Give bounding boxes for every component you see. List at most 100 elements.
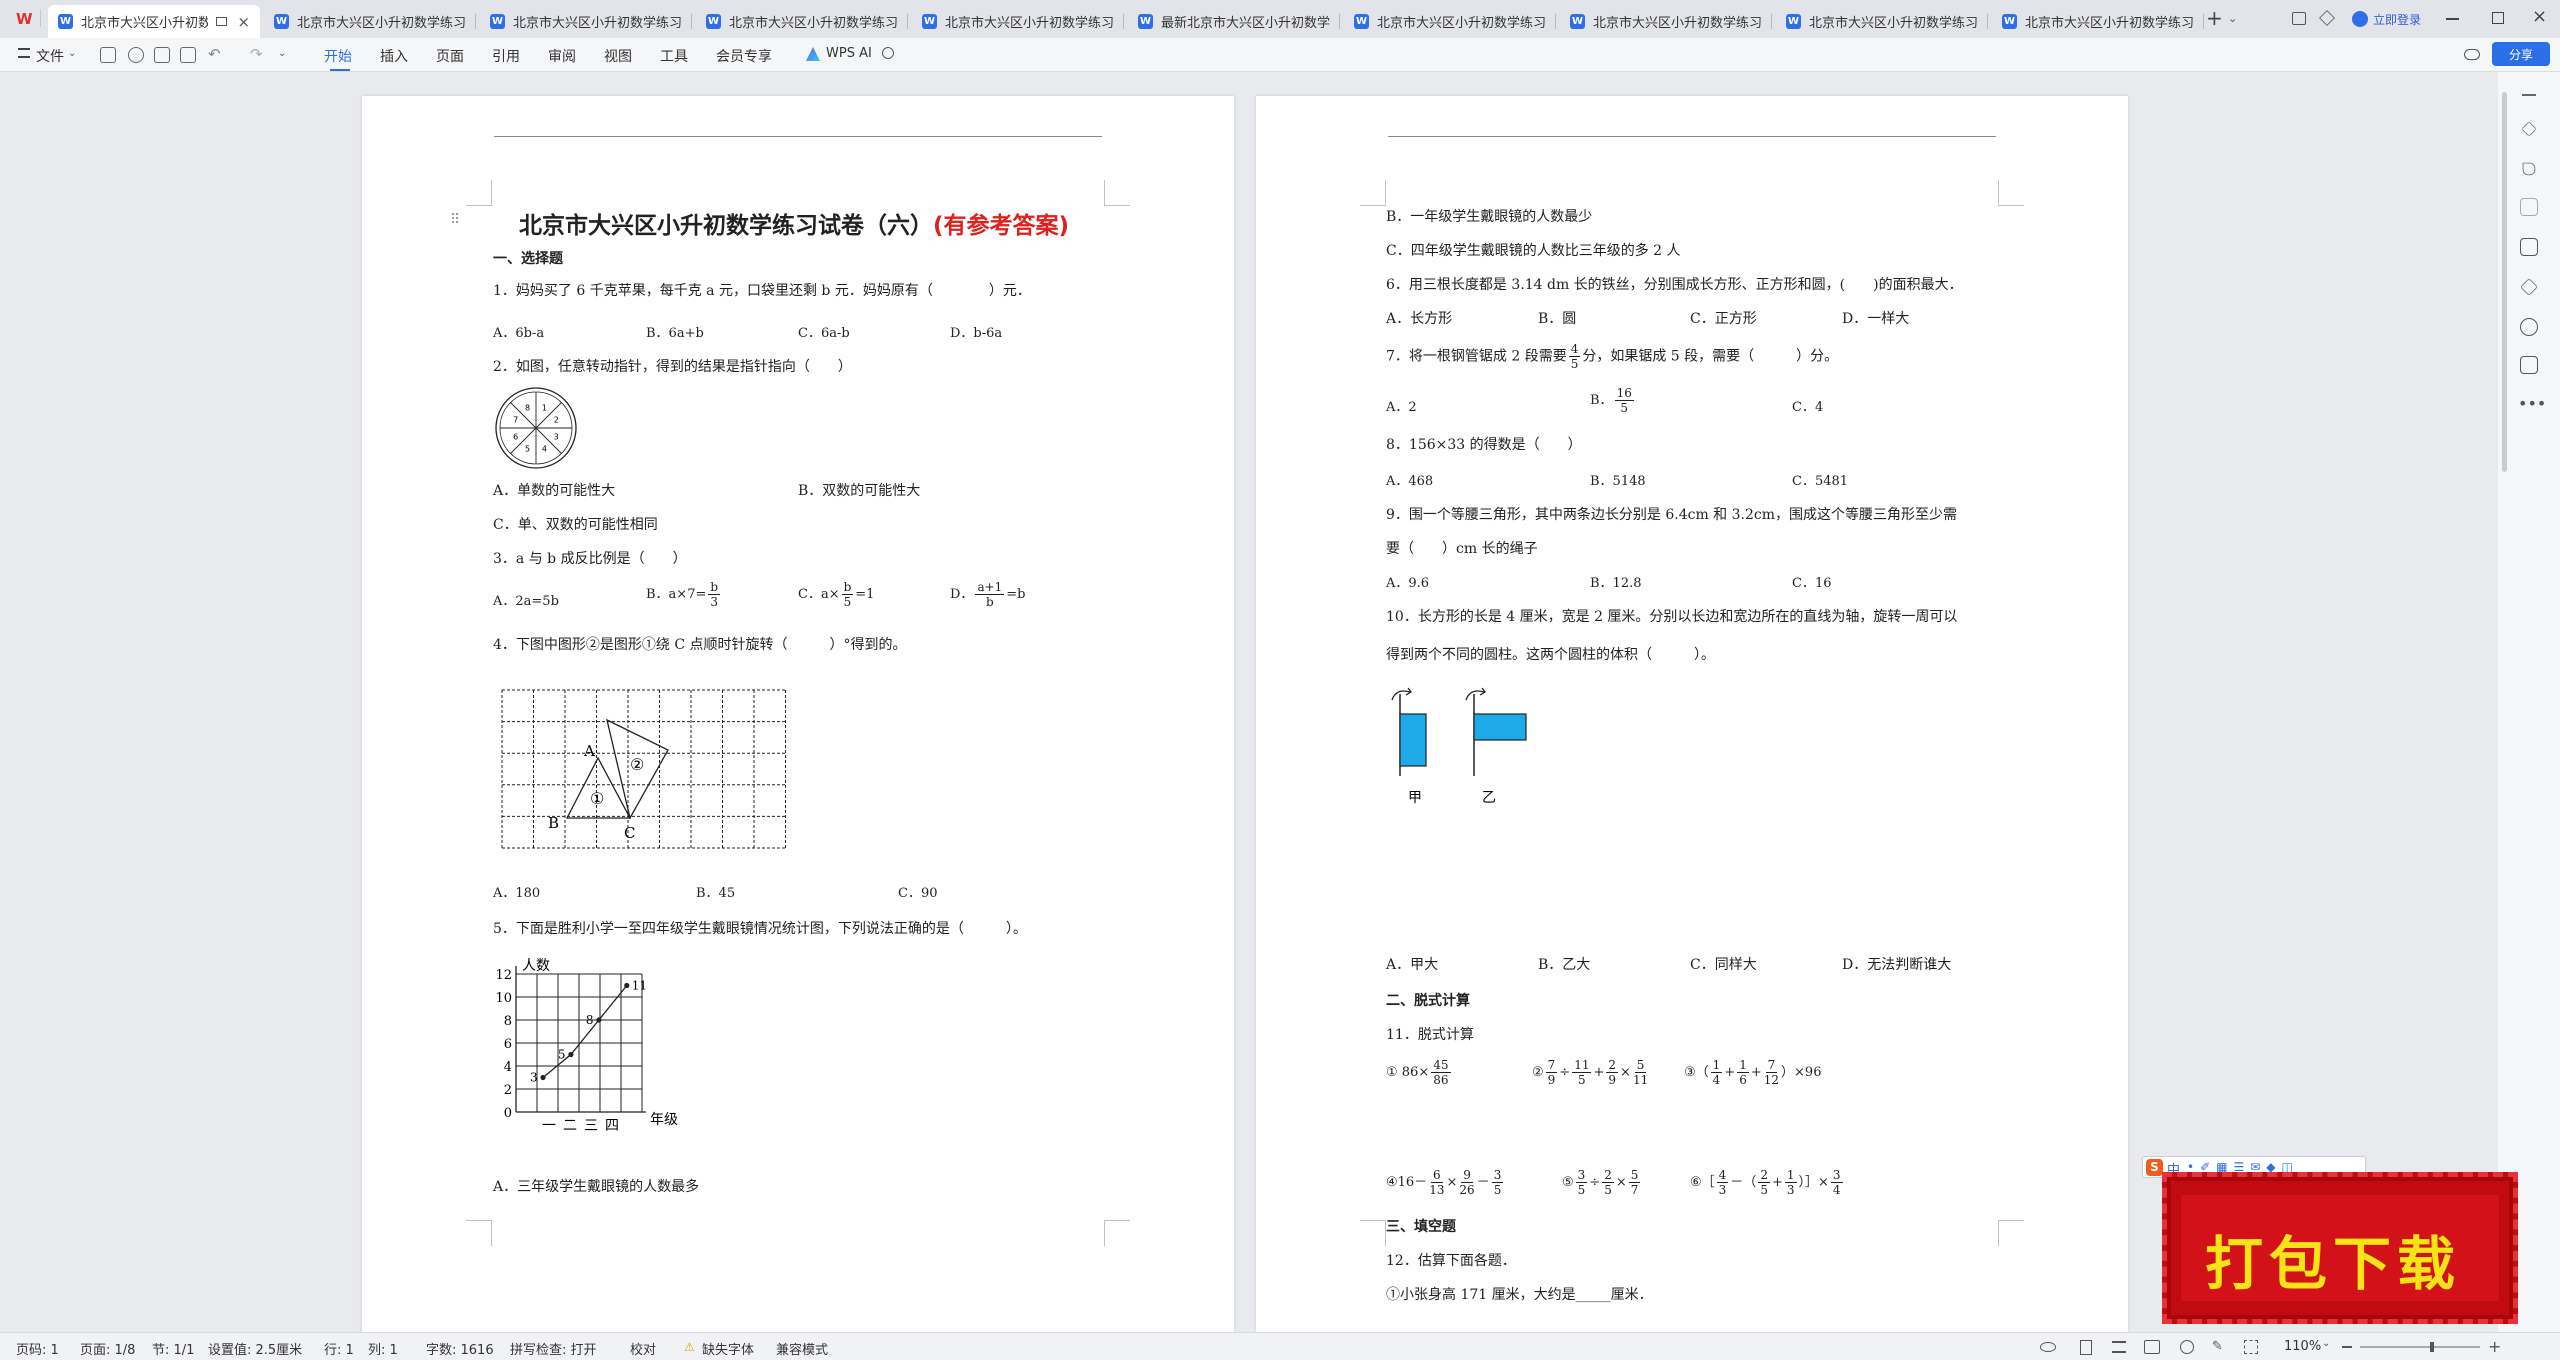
status-words[interactable]: 字数: 1616 xyxy=(426,1339,494,1358)
outline-view-icon[interactable] xyxy=(2112,1341,2126,1353)
status-setting[interactable]: 设置值: 2.5厘米 xyxy=(208,1339,302,1358)
crop-mark xyxy=(466,1220,492,1246)
translate-icon[interactable] xyxy=(2520,238,2538,256)
q3-option-a: A．2a=5b xyxy=(493,594,559,609)
calc6-mid: －（ xyxy=(1730,1175,1757,1190)
chart-data-label: 8 xyxy=(586,1013,594,1027)
tab-document-7[interactable]: W 北京市大兴区小升初数学练习试 xyxy=(1344,5,1556,38)
shirt-icon[interactable] xyxy=(2520,356,2538,374)
numerator: b xyxy=(708,580,721,595)
wps-ai-button[interactable]: WPS AI xyxy=(826,46,872,61)
status-page-no[interactable]: 页码: 1 xyxy=(16,1339,59,1358)
tools-icon[interactable] xyxy=(2520,278,2538,296)
share-button[interactable]: 分享 xyxy=(2492,42,2550,66)
menu-tab-8[interactable]: 会员专享 xyxy=(716,46,772,66)
restore-icon[interactable] xyxy=(2492,12,2504,24)
numerator: 2 xyxy=(1602,1168,1614,1183)
word-doc-icon: W xyxy=(1786,14,1801,29)
numerator: 11 xyxy=(1572,1058,1592,1073)
figure-label: A xyxy=(583,742,595,760)
numerator: a+1 xyxy=(975,580,1005,595)
numerator: 2 xyxy=(1758,1168,1770,1183)
adjust-icon[interactable] xyxy=(2520,198,2538,216)
tab-document-5[interactable]: W 北京市大兴区小升初数学练习试 xyxy=(912,5,1124,38)
avatar[interactable] xyxy=(2352,11,2368,27)
tab-document-6[interactable]: W 最新北京市大兴区小升初数学练 xyxy=(1128,5,1340,38)
zoom-out-icon[interactable] xyxy=(2342,1346,2352,1348)
numerator: 5 xyxy=(1628,1168,1641,1183)
zoom-in-icon[interactable]: + xyxy=(2488,1337,2501,1356)
status-section[interactable]: 节: 1/1 xyxy=(152,1339,194,1358)
tab-document-4[interactable]: W 北京市大兴区小升初数学练习试 xyxy=(696,5,908,38)
chevron-down-icon[interactable]: ⌄ xyxy=(2322,1338,2330,1349)
edit-icon[interactable]: ✎ xyxy=(2212,1339,2223,1354)
redo-icon[interactable]: ↷ xyxy=(250,45,263,63)
read-view-icon[interactable] xyxy=(2144,1340,2160,1354)
crop-mark xyxy=(1998,1220,2024,1246)
status-pages[interactable]: 页面: 1/8 xyxy=(80,1339,135,1358)
close-icon[interactable]: × xyxy=(2532,6,2547,27)
zoom-slider-thumb[interactable] xyxy=(2430,1342,2434,1352)
page-view-icon[interactable] xyxy=(2080,1340,2092,1355)
pen-icon[interactable] xyxy=(2521,121,2537,137)
tab-document-1[interactable]: W 北京市大兴区小升初数学 × xyxy=(48,5,260,38)
tab-document-10[interactable]: W 北京市大兴区小升初数学练习试 xyxy=(1992,5,2204,38)
tab-document-2[interactable]: W 北京市大兴区小升初数学练习试 xyxy=(264,5,476,38)
tab-document-3[interactable]: W 北京市大兴区小升初数学练习试 xyxy=(480,5,692,38)
tab-document-8[interactable]: W 北京市大兴区小升初数学练习试 xyxy=(1560,5,1772,38)
spinner-number: 5 xyxy=(525,444,530,453)
more-icon[interactable]: ••• xyxy=(2518,394,2546,413)
eye-icon[interactable] xyxy=(2040,1342,2056,1352)
calc-5: ⑤ 3 5 ÷ 2 5 × 5 7 xyxy=(1562,1168,1642,1197)
menu-tab-6[interactable]: 视图 xyxy=(604,46,632,66)
numerator: 7 xyxy=(1545,1058,1558,1073)
menu-tab-7[interactable]: 工具 xyxy=(660,46,688,66)
chevron-down-icon[interactable]: ⌄ xyxy=(68,48,76,59)
new-tab-button[interactable]: + xyxy=(2206,6,2223,30)
print-icon[interactable] xyxy=(154,47,170,63)
status-row[interactable]: 行: 1 xyxy=(324,1339,354,1358)
monitor-icon[interactable] xyxy=(216,17,228,26)
search-icon[interactable] xyxy=(882,47,894,59)
cloud-icon[interactable] xyxy=(2464,49,2480,60)
wps-ai-icon[interactable] xyxy=(806,47,820,61)
menu-tab-4[interactable]: 引用 xyxy=(492,46,520,66)
status-spell[interactable]: 拼写检查: 打开 xyxy=(510,1339,597,1358)
status-col[interactable]: 列: 1 xyxy=(368,1339,398,1358)
preview-icon[interactable] xyxy=(180,47,196,63)
export-icon[interactable] xyxy=(128,47,144,63)
drag-handle-icon[interactable]: ⠿ xyxy=(450,212,460,228)
help-icon[interactable] xyxy=(2520,318,2538,336)
globe-icon[interactable] xyxy=(2180,1340,2194,1354)
hamburger-icon[interactable] xyxy=(18,48,30,58)
menu-tab-1[interactable]: 开始 xyxy=(324,46,352,66)
save-icon[interactable] xyxy=(100,47,116,63)
zoom-slider[interactable] xyxy=(2360,1346,2480,1348)
chevron-down-icon[interactable]: ⌄ xyxy=(278,48,286,59)
window-icon[interactable] xyxy=(2292,12,2306,25)
file-menu[interactable]: 文件 xyxy=(36,46,64,66)
select-icon[interactable] xyxy=(2522,162,2536,176)
status-compat[interactable]: 兼容模式 xyxy=(776,1339,828,1358)
scrollbar[interactable] xyxy=(2502,92,2507,472)
rotation-grid-figure: A B C ① ② xyxy=(501,689,786,849)
tab-document-9[interactable]: W 北京市大兴区小升初数学练习试 xyxy=(1776,5,1988,38)
undo-icon[interactable]: ↶ xyxy=(208,45,221,63)
zoom-level[interactable]: 110% xyxy=(2284,1339,2321,1354)
menu-tab-3[interactable]: 页面 xyxy=(436,46,464,66)
close-tab-icon[interactable]: × xyxy=(237,13,250,31)
denominator: 7 xyxy=(1630,1183,1639,1197)
minimize-icon[interactable] xyxy=(2446,18,2459,20)
status-proof[interactable]: 校对 xyxy=(630,1339,656,1358)
wps-logo-icon[interactable]: W xyxy=(16,11,34,27)
chevron-down-icon[interactable]: ⌄ xyxy=(2228,12,2237,25)
fit-icon[interactable] xyxy=(2244,1340,2258,1354)
login-link[interactable]: 立即登录 xyxy=(2373,11,2421,28)
menu-tab-2[interactable]: 插入 xyxy=(380,46,408,66)
q1-text: 1．妈妈买了 6 千克苹果，每千克 a 元，口袋里还剩 b 元．妈妈原有（ ）元… xyxy=(493,283,1031,299)
download-banner[interactable]: 打包下载 xyxy=(2162,1172,2518,1324)
cube-icon[interactable] xyxy=(2319,10,2335,26)
status-missing-font[interactable]: 缺失字体 xyxy=(702,1339,754,1358)
menu-tab-5[interactable]: 审阅 xyxy=(548,46,576,66)
minus-icon[interactable] xyxy=(2522,94,2536,96)
